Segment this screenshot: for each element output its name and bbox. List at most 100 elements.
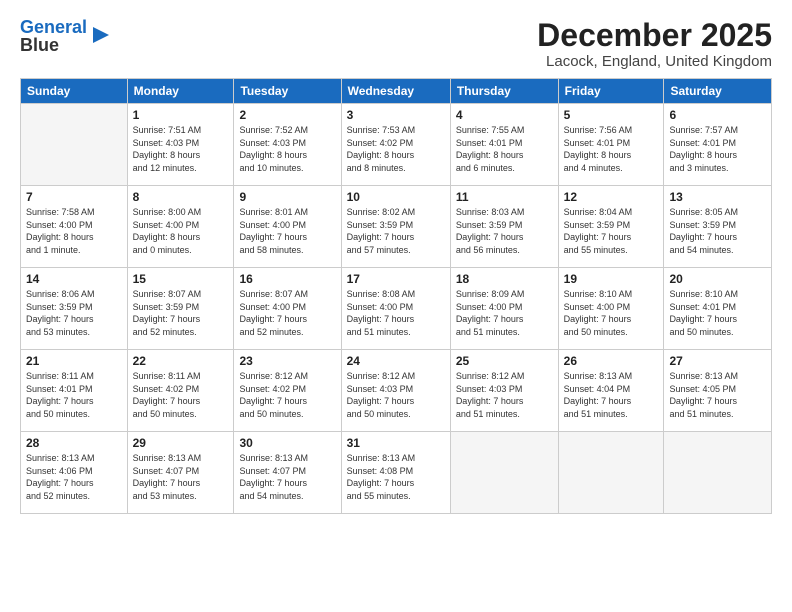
day-info: Sunrise: 8:11 AM Sunset: 4:02 PM Dayligh… <box>133 370 229 420</box>
day-number: 27 <box>669 354 766 368</box>
day-info: Sunrise: 8:01 AM Sunset: 4:00 PM Dayligh… <box>239 206 335 256</box>
day-info: Sunrise: 8:04 AM Sunset: 3:59 PM Dayligh… <box>564 206 659 256</box>
calendar-body: 1Sunrise: 7:51 AM Sunset: 4:03 PM Daylig… <box>21 104 772 514</box>
calendar-day-cell: 22 Sunrise: 8:11 AM Sunset: 4:02 PM Dayli… <box>127 350 234 432</box>
weekday-header-row: SundayMondayTuesdayWednesdayThursdayFrid… <box>21 79 772 104</box>
day-number: 7 <box>26 190 122 204</box>
calendar-day-cell: 16 Sunrise: 8:07 AM Sunset: 4:00 PM Dayli… <box>234 268 341 350</box>
day-info: Sunrise: 7:52 AM Sunset: 4:03 PM Dayligh… <box>239 124 335 174</box>
day-info: Sunrise: 8:13 AM Sunset: 4:07 PM Dayligh… <box>239 452 335 502</box>
calendar-day-cell: 26 Sunrise: 8:13 AM Sunset: 4:04 PM Dayli… <box>558 350 664 432</box>
weekday-header-cell: Sunday <box>21 79 128 104</box>
day-info: Sunrise: 8:13 AM Sunset: 4:07 PM Dayligh… <box>133 452 229 502</box>
day-number: 25 <box>456 354 553 368</box>
day-info: Sunrise: 7:58 AM Sunset: 4:00 PM Dayligh… <box>26 206 122 256</box>
weekday-header-cell: Wednesday <box>341 79 450 104</box>
calendar-day-cell: 17 Sunrise: 8:08 AM Sunset: 4:00 PM Dayli… <box>341 268 450 350</box>
day-number: 11 <box>456 190 553 204</box>
weekday-header-cell: Tuesday <box>234 79 341 104</box>
day-info: Sunrise: 8:08 AM Sunset: 4:00 PM Dayligh… <box>347 288 445 338</box>
day-number: 9 <box>239 190 335 204</box>
day-number: 21 <box>26 354 122 368</box>
day-number: 28 <box>26 436 122 450</box>
calendar-day-cell: 28Sunrise: 8:13 AM Sunset: 4:06 PM Dayli… <box>21 432 128 514</box>
day-info: Sunrise: 8:13 AM Sunset: 4:04 PM Dayligh… <box>564 370 659 420</box>
day-info: Sunrise: 8:13 AM Sunset: 4:05 PM Dayligh… <box>669 370 766 420</box>
calendar-day-cell <box>664 432 772 514</box>
calendar-day-cell <box>558 432 664 514</box>
logo-arrow-icon <box>91 25 111 45</box>
calendar-day-cell: 24Sunrise: 8:12 AM Sunset: 4:03 PM Dayli… <box>341 350 450 432</box>
calendar-day-cell: 9 Sunrise: 8:01 AM Sunset: 4:00 PM Daylig… <box>234 186 341 268</box>
day-info: Sunrise: 8:12 AM Sunset: 4:03 PM Dayligh… <box>456 370 553 420</box>
title-area: December 2025 Lacock, England, United Ki… <box>537 18 772 70</box>
header: General Blue December 2025 Lacock, Engla… <box>20 18 772 70</box>
calendar-day-cell: 15Sunrise: 8:07 AM Sunset: 3:59 PM Dayli… <box>127 268 234 350</box>
day-info: Sunrise: 7:55 AM Sunset: 4:01 PM Dayligh… <box>456 124 553 174</box>
day-number: 29 <box>133 436 229 450</box>
day-number: 14 <box>26 272 122 286</box>
day-number: 23 <box>239 354 335 368</box>
calendar-day-cell: 1Sunrise: 7:51 AM Sunset: 4:03 PM Daylig… <box>127 104 234 186</box>
day-info: Sunrise: 8:11 AM Sunset: 4:01 PM Dayligh… <box>26 370 122 420</box>
calendar-day-cell: 8Sunrise: 8:00 AM Sunset: 4:00 PM Daylig… <box>127 186 234 268</box>
day-info: Sunrise: 8:09 AM Sunset: 4:00 PM Dayligh… <box>456 288 553 338</box>
calendar-day-cell: 19 Sunrise: 8:10 AM Sunset: 4:00 PM Dayli… <box>558 268 664 350</box>
calendar-day-cell: 30 Sunrise: 8:13 AM Sunset: 4:07 PM Dayli… <box>234 432 341 514</box>
day-number: 17 <box>347 272 445 286</box>
calendar-day-cell: 31Sunrise: 8:13 AM Sunset: 4:08 PM Dayli… <box>341 432 450 514</box>
day-info: Sunrise: 8:05 AM Sunset: 3:59 PM Dayligh… <box>669 206 766 256</box>
day-number: 8 <box>133 190 229 204</box>
day-number: 16 <box>239 272 335 286</box>
day-info: Sunrise: 8:12 AM Sunset: 4:03 PM Dayligh… <box>347 370 445 420</box>
day-number: 4 <box>456 108 553 122</box>
day-number: 13 <box>669 190 766 204</box>
calendar-day-cell: 18 Sunrise: 8:09 AM Sunset: 4:00 PM Dayli… <box>450 268 558 350</box>
day-number: 20 <box>669 272 766 286</box>
day-info: Sunrise: 7:57 AM Sunset: 4:01 PM Dayligh… <box>669 124 766 174</box>
day-number: 18 <box>456 272 553 286</box>
weekday-header-cell: Monday <box>127 79 234 104</box>
day-number: 30 <box>239 436 335 450</box>
logo-blue: Blue <box>20 35 59 55</box>
day-info: Sunrise: 8:02 AM Sunset: 3:59 PM Dayligh… <box>347 206 445 256</box>
calendar-day-cell: 7 Sunrise: 7:58 AM Sunset: 4:00 PM Daylig… <box>21 186 128 268</box>
day-info: Sunrise: 7:53 AM Sunset: 4:02 PM Dayligh… <box>347 124 445 174</box>
calendar-day-cell: 4 Sunrise: 7:55 AM Sunset: 4:01 PM Daylig… <box>450 104 558 186</box>
day-info: Sunrise: 7:56 AM Sunset: 4:01 PM Dayligh… <box>564 124 659 174</box>
day-number: 15 <box>133 272 229 286</box>
logo-general: General <box>20 17 87 37</box>
calendar-day-cell: 14 Sunrise: 8:06 AM Sunset: 3:59 PM Dayli… <box>21 268 128 350</box>
calendar-day-cell: 29 Sunrise: 8:13 AM Sunset: 4:07 PM Dayli… <box>127 432 234 514</box>
calendar-week-row: 1Sunrise: 7:51 AM Sunset: 4:03 PM Daylig… <box>21 104 772 186</box>
day-info: Sunrise: 8:07 AM Sunset: 4:00 PM Dayligh… <box>239 288 335 338</box>
day-info: Sunrise: 8:10 AM Sunset: 4:00 PM Dayligh… <box>564 288 659 338</box>
weekday-header-cell: Friday <box>558 79 664 104</box>
day-info: Sunrise: 7:51 AM Sunset: 4:03 PM Dayligh… <box>133 124 229 174</box>
calendar-week-row: 14 Sunrise: 8:06 AM Sunset: 3:59 PM Dayli… <box>21 268 772 350</box>
day-number: 31 <box>347 436 445 450</box>
logo: General Blue <box>20 18 111 54</box>
calendar-day-cell: 6 Sunrise: 7:57 AM Sunset: 4:01 PM Daylig… <box>664 104 772 186</box>
day-number: 5 <box>564 108 659 122</box>
day-info: Sunrise: 8:12 AM Sunset: 4:02 PM Dayligh… <box>239 370 335 420</box>
day-info: Sunrise: 8:06 AM Sunset: 3:59 PM Dayligh… <box>26 288 122 338</box>
calendar-day-cell <box>21 104 128 186</box>
day-number: 6 <box>669 108 766 122</box>
day-number: 12 <box>564 190 659 204</box>
calendar-day-cell: 12 Sunrise: 8:04 AM Sunset: 3:59 PM Dayli… <box>558 186 664 268</box>
calendar-week-row: 21 Sunrise: 8:11 AM Sunset: 4:01 PM Dayli… <box>21 350 772 432</box>
day-number: 3 <box>347 108 445 122</box>
calendar-day-cell: 3 Sunrise: 7:53 AM Sunset: 4:02 PM Daylig… <box>341 104 450 186</box>
day-info: Sunrise: 8:10 AM Sunset: 4:01 PM Dayligh… <box>669 288 766 338</box>
calendar-day-cell: 2Sunrise: 7:52 AM Sunset: 4:03 PM Daylig… <box>234 104 341 186</box>
day-number: 26 <box>564 354 659 368</box>
calendar-day-cell: 5 Sunrise: 7:56 AM Sunset: 4:01 PM Daylig… <box>558 104 664 186</box>
calendar-day-cell: 21 Sunrise: 8:11 AM Sunset: 4:01 PM Dayli… <box>21 350 128 432</box>
page: General Blue December 2025 Lacock, Engla… <box>0 0 792 524</box>
day-info: Sunrise: 8:03 AM Sunset: 3:59 PM Dayligh… <box>456 206 553 256</box>
weekday-header-cell: Thursday <box>450 79 558 104</box>
day-number: 22 <box>133 354 229 368</box>
calendar: SundayMondayTuesdayWednesdayThursdayFrid… <box>20 78 772 514</box>
day-number: 19 <box>564 272 659 286</box>
